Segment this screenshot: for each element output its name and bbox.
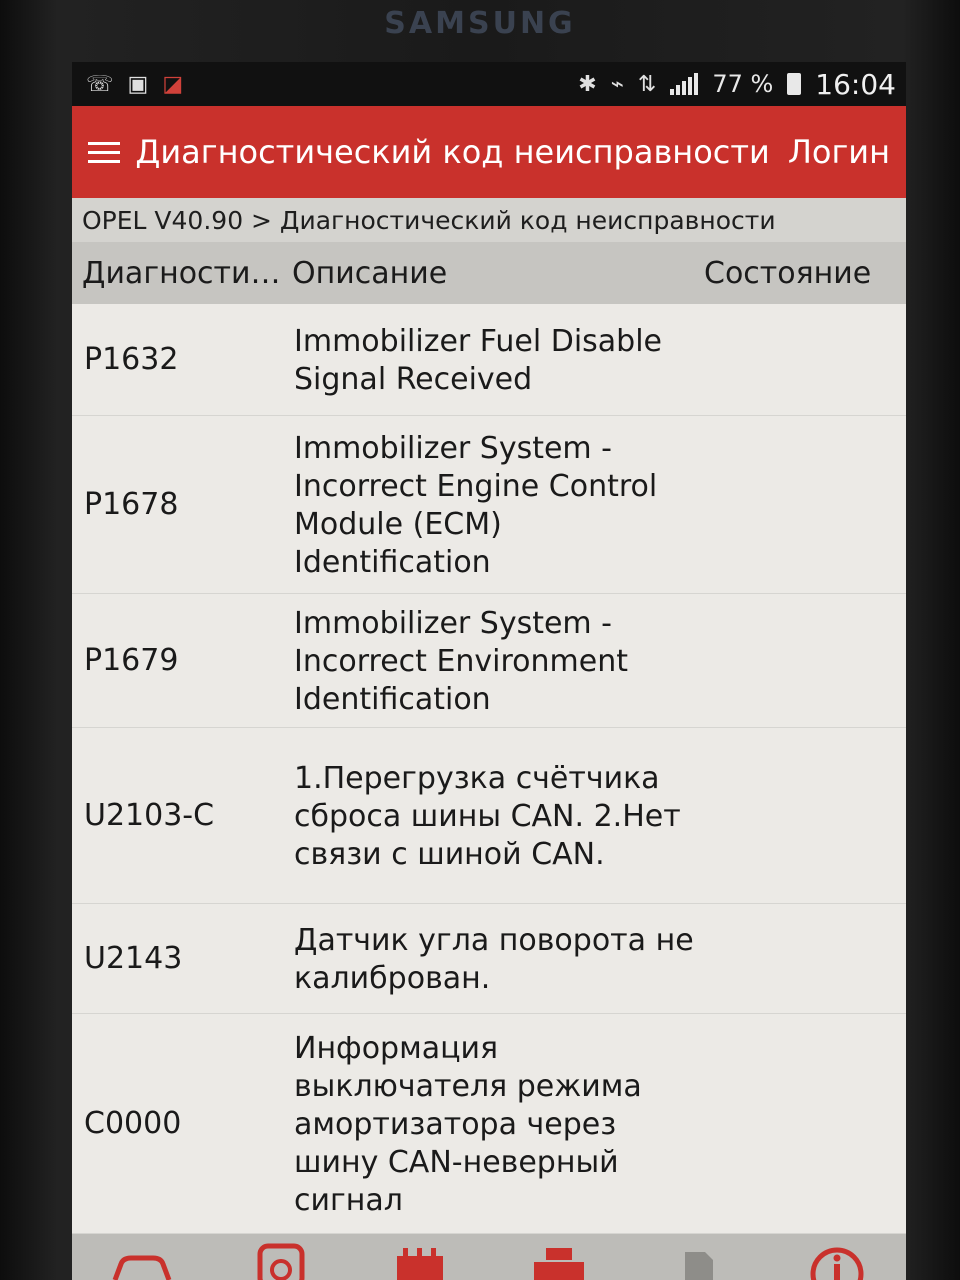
dtc-code: C0000: [84, 1106, 182, 1141]
header-description[interactable]: Описание: [290, 256, 700, 291]
bluetooth-icon: ✱: [578, 71, 597, 97]
dtc-code: P1632: [84, 342, 179, 377]
app-notification-icon: ◪: [162, 71, 184, 97]
breadcrumb: OPEL V40.90 > Диагностический код неиспр…: [72, 198, 906, 242]
missed-call-icon: ☏: [86, 71, 114, 97]
dtc-code: P1678: [84, 487, 179, 522]
vehicle-button[interactable]: [102, 1234, 182, 1280]
info-icon: [810, 1247, 863, 1280]
table-row[interactable]: U2103-C 1.Перегрузка счётчика сброса шин…: [72, 728, 906, 904]
page-title: Диагностический код неисправности: [135, 133, 770, 171]
car-icon: [112, 1255, 171, 1280]
table-row[interactable]: P1678 Immobilizer System - Incorrect Eng…: [72, 416, 906, 594]
status-bar: ☏ ▣ ◪ ✱ ⌁ ⇅ 77 % 16:04: [72, 62, 906, 106]
device-brand: SAMSUNG: [384, 6, 576, 41]
dtc-description: Датчик угла поворота не калиброван.: [294, 922, 694, 996]
document-icon: [684, 1252, 713, 1280]
app-bar: Диагностический код неисправности Логин: [72, 106, 906, 198]
data-transfer-icon: ⇅: [637, 71, 657, 97]
bottom-toolbar: [72, 1234, 906, 1280]
dtc-description: 1.Перегрузка счётчика сброса шины CAN. 2…: [294, 760, 681, 872]
print-button[interactable]: [519, 1234, 599, 1280]
search-icon: [257, 1243, 304, 1280]
dtc-code: U2143: [84, 941, 183, 976]
search-button[interactable]: [241, 1234, 321, 1280]
hamburger-icon: [87, 141, 120, 145]
battery-icon: [787, 73, 802, 95]
login-button[interactable]: Логин: [788, 133, 906, 171]
dtc-description: Immobilizer Fuel Disable Signal Received: [294, 323, 663, 397]
table-row[interactable]: P1632 Immobilizer Fuel Disable Signal Re…: [72, 304, 906, 416]
header-state[interactable]: Состояние: [700, 256, 906, 291]
dtc-code: P1679: [84, 643, 179, 678]
header-code[interactable]: Диагности…: [72, 256, 290, 291]
calendar-icon: [396, 1248, 443, 1280]
dtc-description: Immobilizer System - Incorrect Engine Co…: [294, 430, 658, 580]
mute-icon: ⌁: [610, 71, 624, 97]
dtc-table: P1632 Immobilizer Fuel Disable Signal Re…: [72, 304, 906, 1234]
dtc-code: U2103-C: [84, 798, 215, 833]
screen: ☏ ▣ ◪ ✱ ⌁ ⇅ 77 % 16:04 Диагностический к…: [72, 62, 906, 1280]
table-row[interactable]: U2143 Датчик угла поворота не калиброван…: [72, 904, 906, 1014]
report-button[interactable]: [380, 1234, 460, 1280]
table-header: Диагности… Описание Состояние: [72, 242, 906, 304]
dtc-description: Информация выключателя режима амортизато…: [294, 1030, 642, 1218]
info-button[interactable]: [797, 1234, 877, 1280]
printer-icon: [533, 1248, 584, 1280]
table-row[interactable]: P1679 Immobilizer System - Incorrect Env…: [72, 594, 906, 728]
document-button[interactable]: [658, 1234, 738, 1280]
menu-button[interactable]: [72, 106, 135, 198]
battery-percent: 77 %: [712, 70, 774, 98]
clock: 16:04: [815, 67, 896, 101]
signal-icon: [670, 73, 699, 95]
sd-card-icon: ▣: [127, 71, 149, 97]
dtc-description: Immobilizer System - Incorrect Environme…: [294, 605, 628, 717]
table-row[interactable]: C0000 Информация выключателя режима амор…: [72, 1014, 906, 1234]
